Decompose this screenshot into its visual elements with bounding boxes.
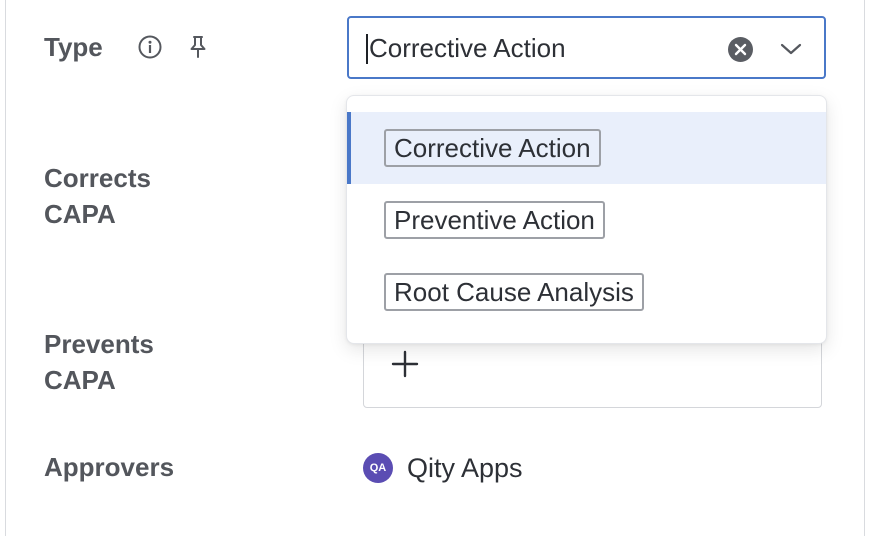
info-icon[interactable] — [137, 34, 163, 60]
type-select[interactable]: Corrective Action — [347, 16, 826, 79]
prevents-label-line2: CAPA — [44, 365, 116, 395]
chevron-down-icon[interactable] — [779, 38, 803, 60]
pin-icon[interactable] — [186, 34, 210, 60]
corrects-capa-label: Corrects CAPA — [44, 160, 204, 232]
type-dropdown-menu: Corrective Action Preventive Action Root… — [346, 95, 827, 344]
dropdown-option-corrective-action[interactable]: Corrective Action — [347, 112, 826, 184]
type-label: Type — [44, 32, 103, 62]
text-cursor — [366, 34, 368, 64]
plus-icon[interactable] — [390, 349, 420, 379]
option-label: Root Cause Analysis — [384, 273, 644, 311]
prevents-capa-label: Prevents CAPA — [44, 326, 204, 398]
clear-icon[interactable] — [728, 37, 753, 62]
corrects-label-line2: CAPA — [44, 199, 116, 229]
dropdown-option-preventive-action[interactable]: Preventive Action — [347, 184, 826, 256]
type-select-value[interactable]: Corrective Action — [369, 30, 566, 66]
dropdown-option-root-cause-analysis[interactable]: Root Cause Analysis — [347, 256, 826, 328]
corrects-label-line1: Corrects — [44, 163, 151, 193]
option-label: Corrective Action — [384, 129, 601, 167]
approver-name[interactable]: Qity Apps — [407, 450, 523, 486]
approvers-label: Approvers — [44, 452, 175, 482]
avatar: QA — [363, 453, 393, 483]
option-label: Preventive Action — [384, 201, 605, 239]
prevents-label-line1: Prevents — [44, 329, 154, 359]
